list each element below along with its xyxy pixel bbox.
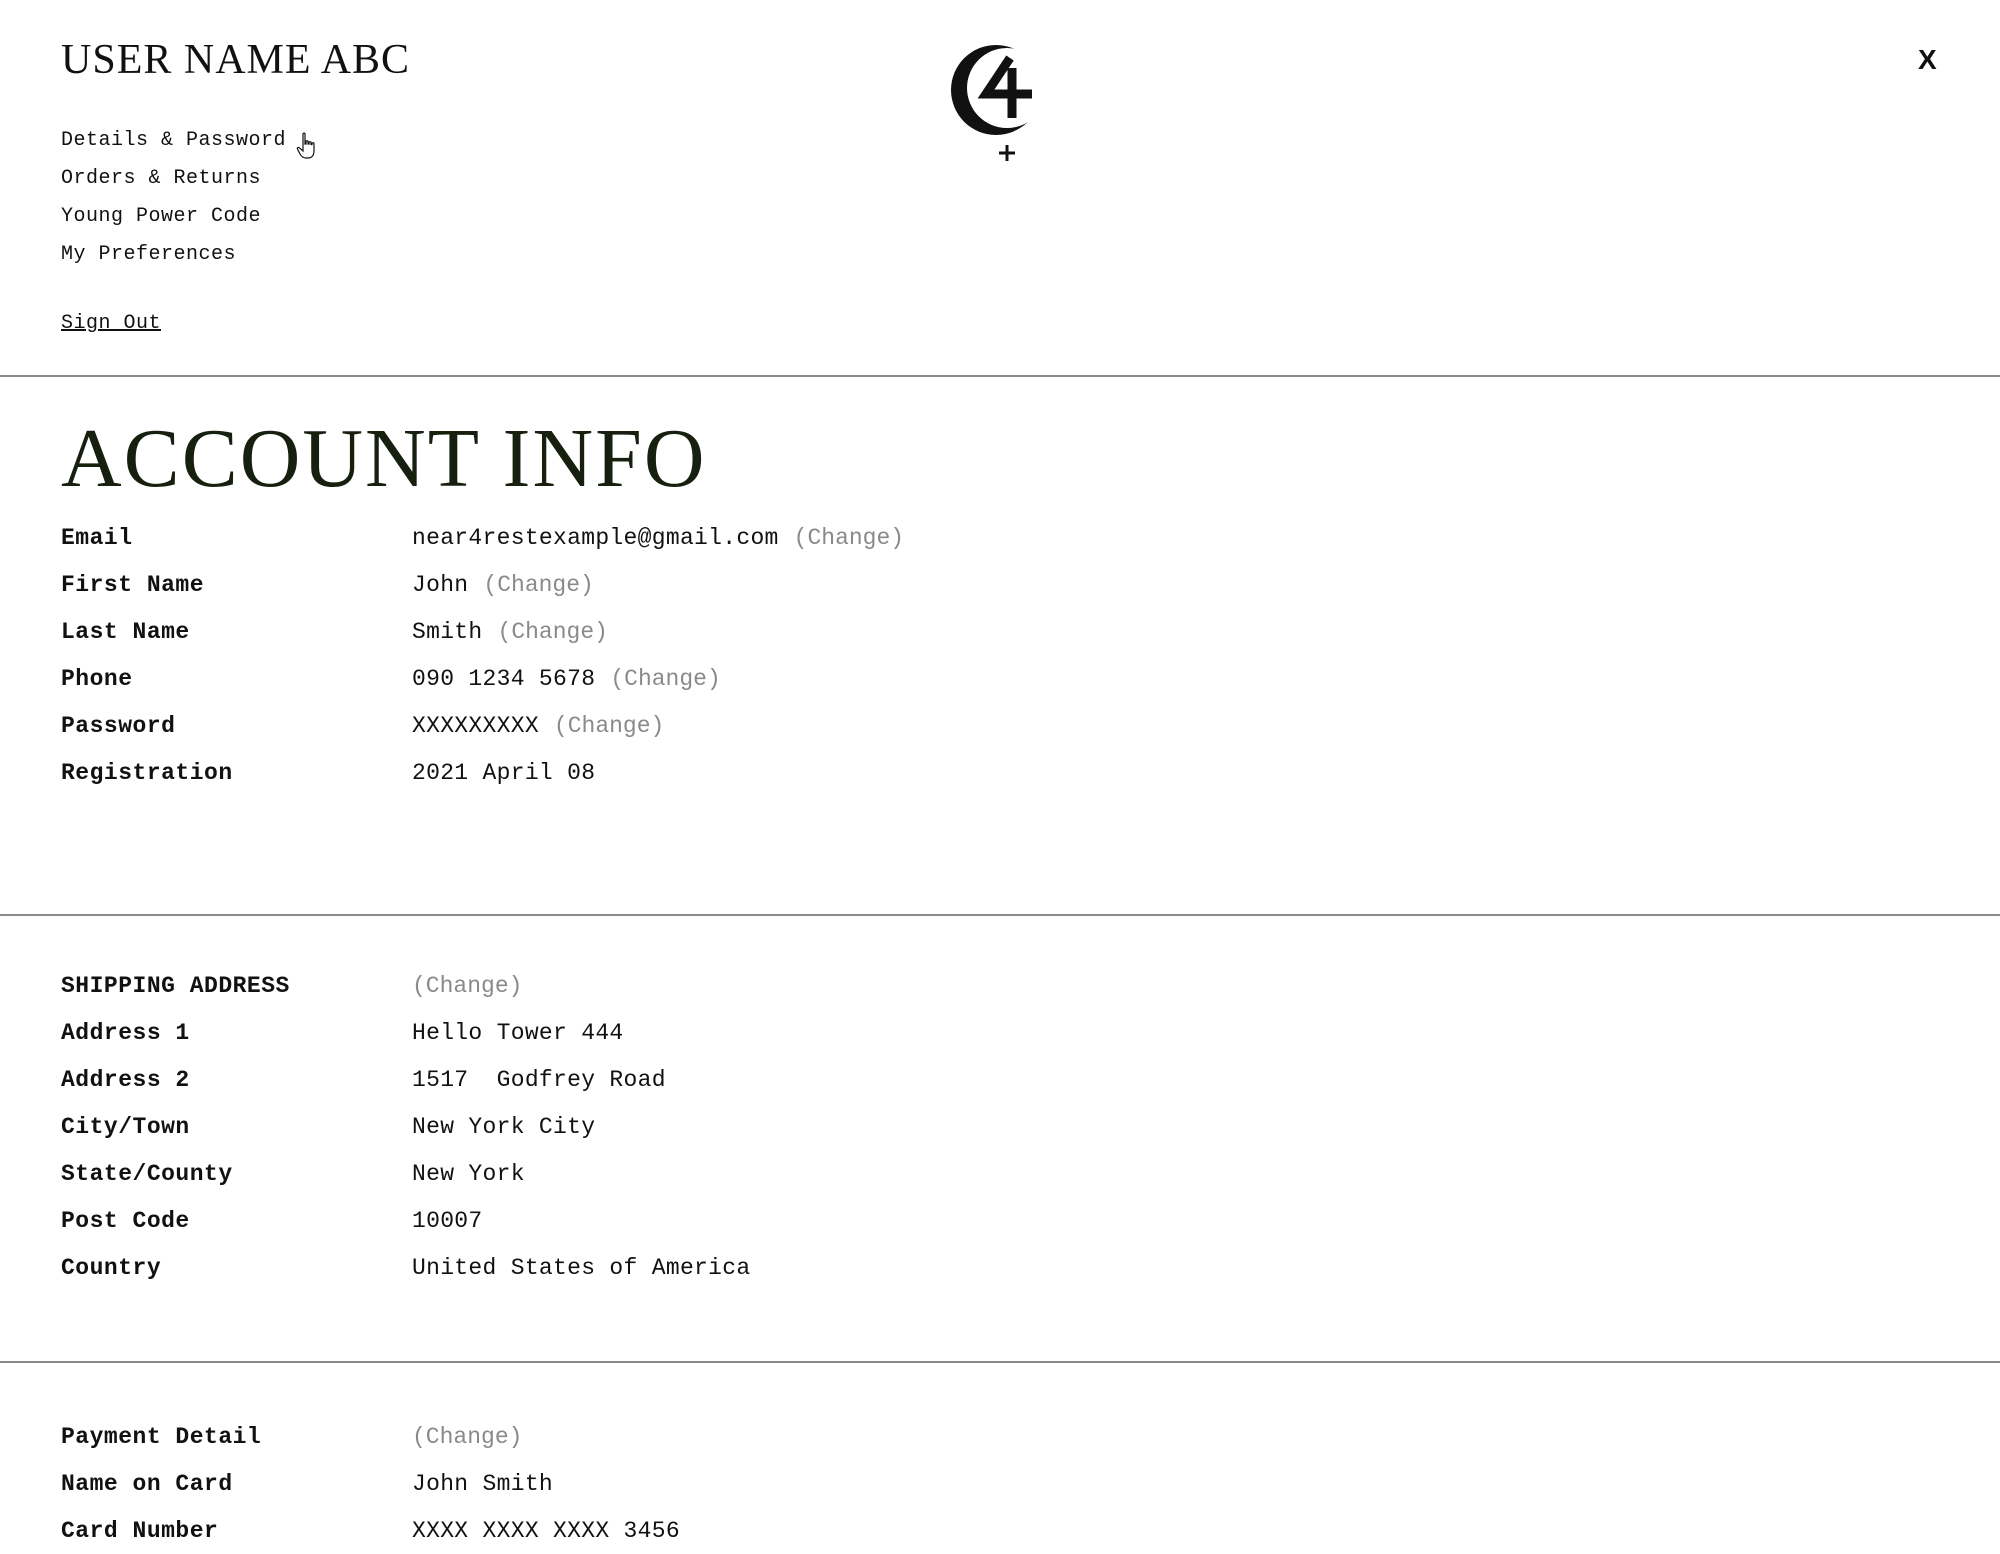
change-password-link[interactable]: (Change) xyxy=(554,713,664,739)
info-label: Name on Card xyxy=(61,1470,233,1497)
info-label: First Name xyxy=(61,571,205,598)
info-row-phone: Phone 090 1234 5678 (Change) xyxy=(61,655,904,702)
info-value: New York City xyxy=(412,1113,596,1140)
info-value: 090 1234 5678 xyxy=(412,665,596,692)
info-row-address-1: Address 1 Hello Tower 444 xyxy=(61,1009,750,1056)
change-first-name-link[interactable]: (Change) xyxy=(483,572,593,598)
info-label: Registration xyxy=(61,759,233,786)
info-value: 2021 April 08 xyxy=(412,759,596,786)
change-last-name-link[interactable]: (Change) xyxy=(498,619,608,645)
info-row-email: Email near4restexample@gmail.com (Change… xyxy=(61,514,904,561)
info-label: City/Town xyxy=(61,1113,190,1140)
section-heading: SHIPPING ADDRESS xyxy=(61,972,290,999)
account-info-section: ACCOUNT INFO Email near4restexample@gmai… xyxy=(0,377,2000,914)
info-row-last-name: Last Name Smith (Change) xyxy=(61,608,904,655)
brand-logo-icon[interactable] xyxy=(950,44,1060,166)
info-value: 1517 Godfrey Road xyxy=(412,1066,666,1093)
change-payment-link[interactable]: (Change) xyxy=(412,1424,522,1450)
user-name: USER NAME ABC xyxy=(61,37,411,83)
hand-pointer-icon xyxy=(296,132,315,159)
shipping-address-section: SHIPPING ADDRESS (Change) Address 1 Hell… xyxy=(0,916,2000,1361)
change-email-link[interactable]: (Change) xyxy=(794,525,904,551)
change-phone-link[interactable]: (Change) xyxy=(610,666,720,692)
info-label: Last Name xyxy=(61,618,190,645)
account-header: USER NAME ABC Details & Password Orders … xyxy=(0,0,2000,375)
info-label: Password xyxy=(61,712,176,739)
payment-heading-row: Payment Detail (Change) xyxy=(61,1413,680,1460)
nav-item-details-password[interactable]: Details & Password xyxy=(61,122,286,160)
sign-out-link[interactable]: Sign Out xyxy=(61,312,161,335)
info-row-registration: Registration 2021 April 08 xyxy=(61,749,904,796)
info-row-name-on-card: Name on Card John Smith xyxy=(61,1460,680,1507)
nav-item-my-preferences[interactable]: My Preferences xyxy=(61,236,286,274)
payment-section: Payment Detail (Change) Name on Card Joh… xyxy=(0,1363,2000,1544)
info-label: Address 1 xyxy=(61,1019,190,1046)
info-value: New York xyxy=(412,1160,525,1187)
section-heading: Payment Detail xyxy=(61,1423,262,1450)
info-value: John Smith xyxy=(412,1470,554,1497)
info-row-post-code: Post Code 10007 xyxy=(61,1197,750,1244)
account-nav: Details & Password Orders & Returns Youn… xyxy=(61,122,286,274)
account-info-table: Email near4restexample@gmail.com (Change… xyxy=(61,514,904,796)
info-label: Phone xyxy=(61,665,133,692)
info-label: Post Code xyxy=(61,1207,190,1234)
info-value: 10007 xyxy=(412,1207,483,1234)
info-label: Country xyxy=(61,1254,162,1281)
info-value: near4restexample@gmail.com xyxy=(412,524,779,551)
info-label: Card Number xyxy=(61,1517,219,1544)
info-value: Hello Tower 444 xyxy=(412,1019,624,1046)
info-value: John xyxy=(412,571,469,598)
close-button[interactable]: X xyxy=(1918,44,1937,76)
change-shipping-address-link[interactable]: (Change) xyxy=(412,973,522,999)
nav-item-young-power-code[interactable]: Young Power Code xyxy=(61,198,286,236)
info-row-city: City/Town New York City xyxy=(61,1103,750,1150)
info-row-state: State/County New York xyxy=(61,1150,750,1197)
info-label: Address 2 xyxy=(61,1066,190,1093)
info-value: Smith xyxy=(412,618,483,645)
page-title: ACCOUNT INFO xyxy=(61,412,707,505)
info-value: XXXXXXXXX xyxy=(412,712,539,739)
info-row-card-number: Card Number XXXX XXXX XXXX 3456 xyxy=(61,1507,680,1554)
info-label: Email xyxy=(61,524,133,551)
info-row-address-2: Address 2 1517 Godfrey Road xyxy=(61,1056,750,1103)
shipping-heading-row: SHIPPING ADDRESS (Change) xyxy=(61,962,750,1009)
info-row-password: Password XXXXXXXXX (Change) xyxy=(61,702,904,749)
info-row-country: Country United States of America xyxy=(61,1244,750,1291)
shipping-address-table: SHIPPING ADDRESS (Change) Address 1 Hell… xyxy=(61,962,750,1291)
nav-item-orders-returns[interactable]: Orders & Returns xyxy=(61,160,286,198)
info-value: XXXX XXXX XXXX 3456 xyxy=(412,1517,680,1544)
info-row-first-name: First Name John (Change) xyxy=(61,561,904,608)
info-label: State/County xyxy=(61,1160,233,1187)
info-value: United States of America xyxy=(412,1254,751,1281)
